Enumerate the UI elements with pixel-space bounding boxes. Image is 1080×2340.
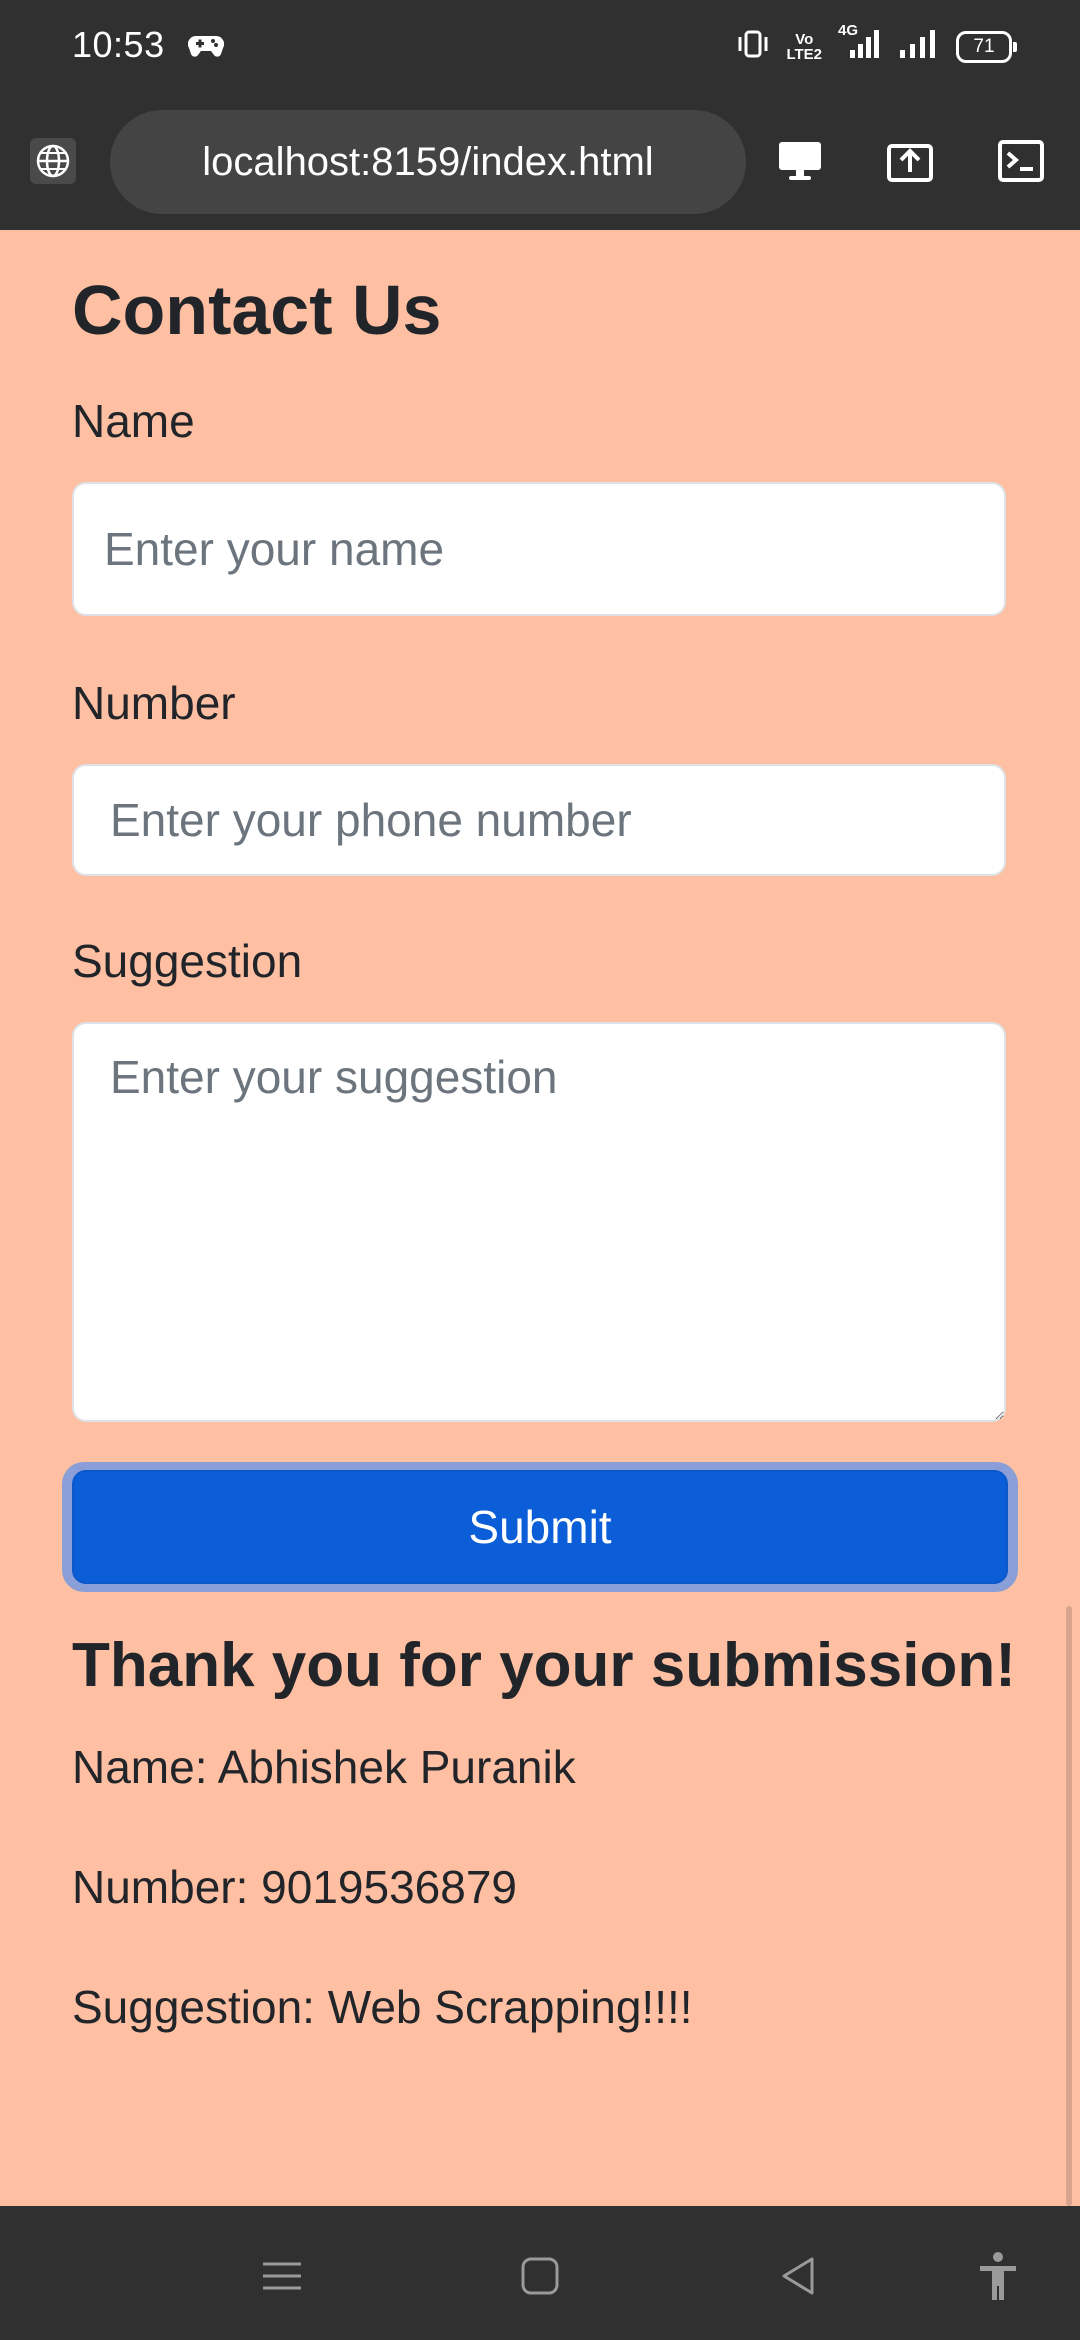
scrollbar[interactable] — [1066, 1606, 1072, 2206]
number-label: Number — [72, 677, 236, 729]
signal-icon-2 — [898, 28, 940, 65]
signal-icon: 4G — [838, 22, 882, 65]
menu-icon[interactable] — [252, 2246, 312, 2306]
accessibility-icon[interactable] — [968, 2246, 1028, 2306]
url-bar[interactable]: localhost:8159/index.html — [110, 110, 746, 214]
result-suggestion: Suggestion: Web Scrapping!!!! — [72, 1981, 693, 2033]
page-title: Contact Us — [72, 271, 442, 349]
suggestion-label: Suggestion — [72, 935, 303, 987]
battery-indicator: 71 — [956, 30, 1017, 63]
number-input[interactable] — [72, 764, 1006, 876]
gamepad-icon — [187, 32, 225, 65]
suggestion-textarea[interactable] — [72, 1022, 1006, 1422]
back-icon[interactable] — [768, 2246, 828, 2306]
thank-you-heading: Thank you for your submission! — [72, 1631, 1016, 1700]
name-input[interactable] — [72, 482, 1006, 616]
status-indicators: Vo LTE2 4G 71 — [736, 22, 1017, 65]
result-number: Number: 9019536879 — [72, 1861, 517, 1913]
system-nav-bar — [0, 2206, 1080, 2340]
terminal-icon[interactable] — [994, 134, 1048, 188]
browser-toolbar: localhost:8159/index.html — [0, 96, 1080, 230]
volte-label-top: Vo — [795, 30, 814, 48]
volte-label-bottom: LTE2 — [786, 45, 822, 63]
name-label: Name — [72, 395, 195, 447]
status-time: 10:53 — [72, 24, 165, 65]
page-content: Contact Us Name Number Suggestion Submit… — [0, 230, 1080, 2206]
globe-icon[interactable] — [30, 138, 76, 184]
desktop-icon[interactable] — [773, 134, 827, 188]
submit-button[interactable]: Submit — [72, 1470, 1008, 1584]
home-icon[interactable] — [510, 2246, 570, 2306]
status-bar: 10:53 Vo LTE2 4G 71 — [0, 0, 1080, 96]
vibrate-icon — [736, 29, 770, 64]
volte-indicator: Vo LTE2 — [786, 32, 822, 62]
result-name: Name: Abhishek Puranik — [72, 1741, 576, 1793]
network-type: 4G — [838, 22, 859, 39]
share-icon[interactable] — [883, 134, 937, 188]
